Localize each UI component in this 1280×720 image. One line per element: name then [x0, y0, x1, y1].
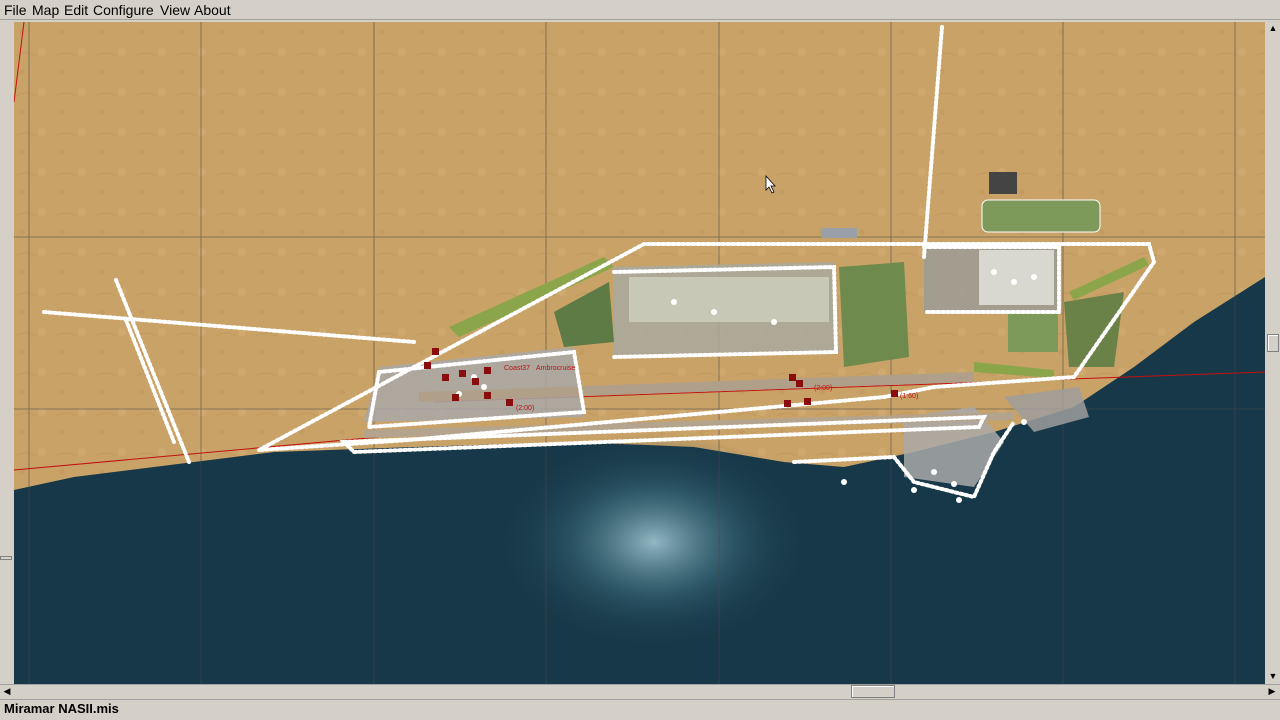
menu-edit[interactable]: Edit: [64, 1, 88, 19]
map-svg[interactable]: Coast37 Ambrocruise (2:00) (2:00) (1:60): [14, 22, 1265, 684]
vertical-scroll-thumb[interactable]: [1267, 334, 1279, 352]
label-time-3: (1:60): [900, 393, 918, 400]
label-ambrocruise: Ambrocruise: [536, 365, 575, 372]
left-gutter: [0, 22, 14, 684]
menu-configure[interactable]: Configure: [93, 1, 154, 19]
scroll-down-icon[interactable]: ▼: [1267, 670, 1279, 682]
status-bar: Miramar NASII.mis: [0, 699, 1280, 720]
scroll-left-icon[interactable]: ◀: [1, 685, 13, 697]
horizontal-scrollbar[interactable]: ◀ ▶: [0, 684, 1280, 698]
map-canvas[interactable]: Coast37 Ambrocruise (2:00) (2:00) (1:60): [14, 22, 1265, 684]
label-coast: Coast37: [504, 365, 530, 372]
vertical-scrollbar[interactable]: ▲ ▼: [1266, 22, 1280, 684]
menu-view[interactable]: View: [160, 1, 190, 19]
left-marker: [0, 556, 12, 560]
label-time-2: (2:00): [814, 385, 832, 392]
menu-map[interactable]: Map: [32, 1, 59, 19]
label-time-1: (2:00): [516, 405, 534, 412]
menu-bar: File Map Edit Configure View About: [0, 0, 1280, 20]
horizontal-scroll-thumb[interactable]: [851, 685, 895, 698]
scroll-up-icon[interactable]: ▲: [1267, 22, 1279, 34]
mission-filename: Miramar NASII.mis: [4, 701, 119, 716]
menu-about[interactable]: About: [194, 1, 231, 19]
scroll-right-icon[interactable]: ▶: [1266, 685, 1278, 697]
sun-glare: [494, 432, 814, 652]
menu-file[interactable]: File: [4, 1, 27, 19]
